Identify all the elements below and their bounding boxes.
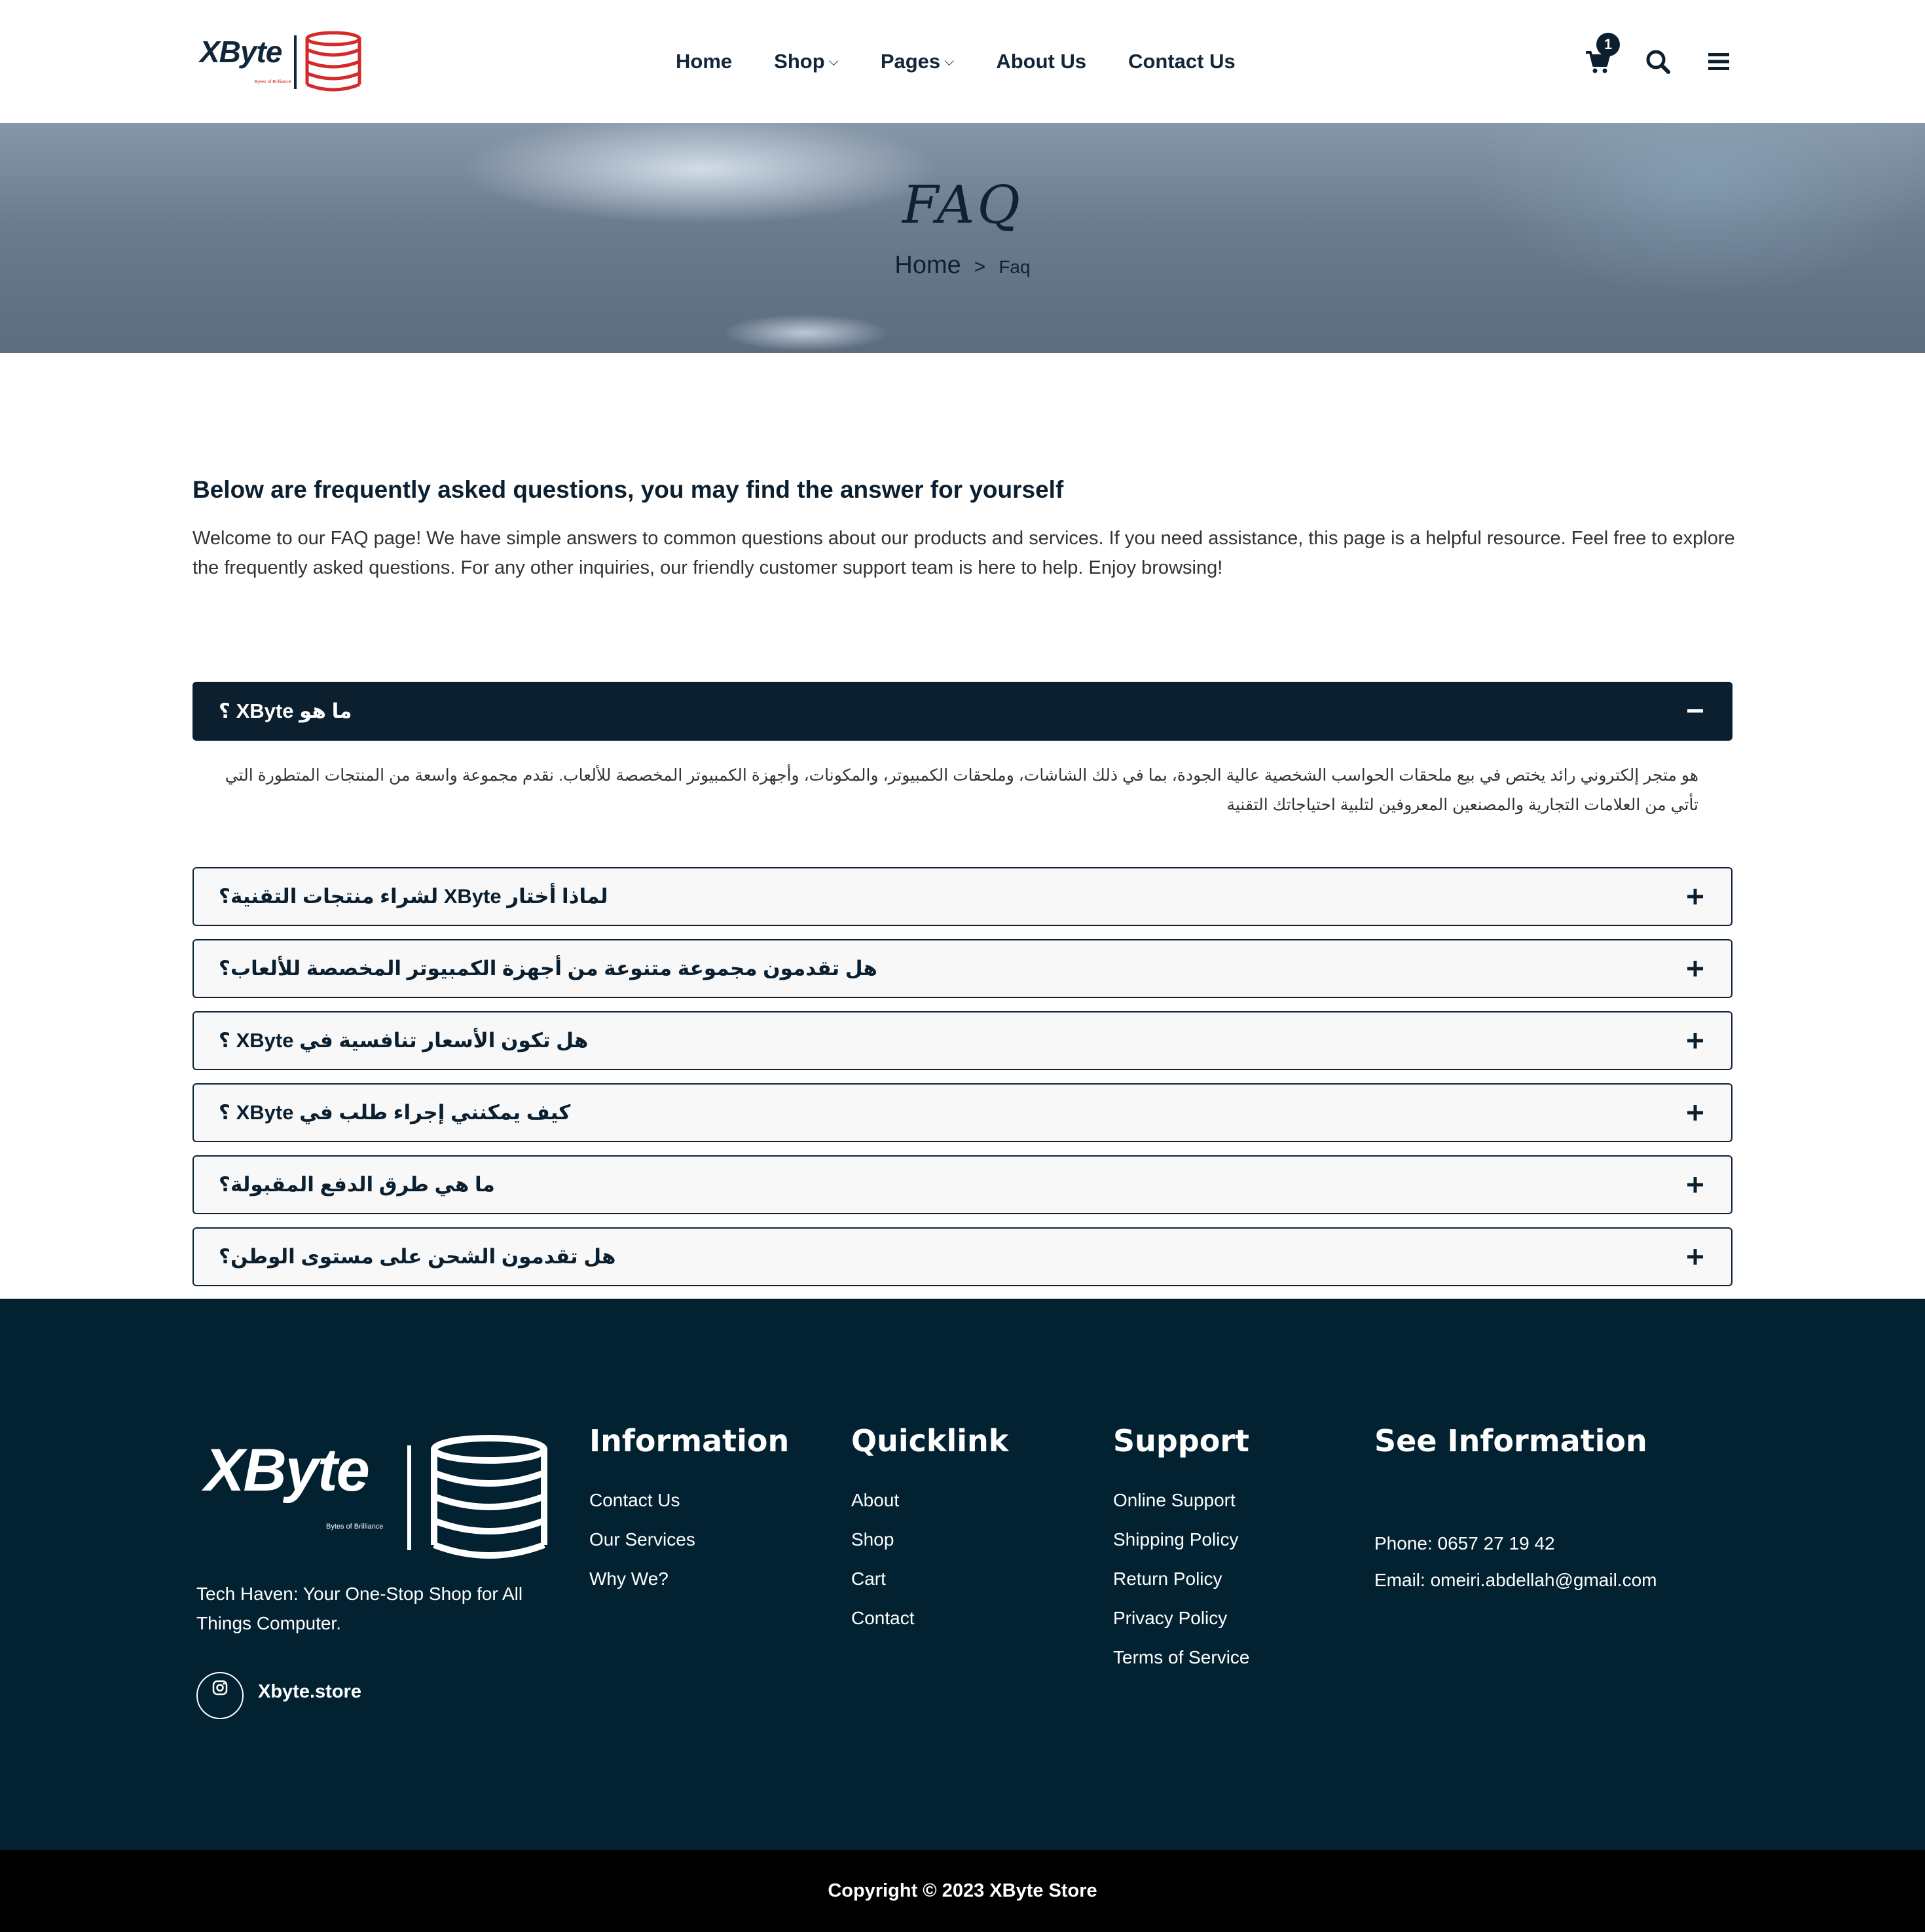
footer-link-contact-us[interactable]: Contact Us (589, 1481, 789, 1520)
faq-item-1[interactable]: ما هو XByte ؟ (192, 682, 1732, 741)
site-logo[interactable]: XByte Bytes of Brilliance (200, 29, 363, 94)
nav-home-label: Home (676, 50, 733, 73)
faq-item-7[interactable]: هل تقدمون الشحن على مستوى الوطن؟ (192, 1227, 1732, 1286)
menu-icon[interactable] (1704, 47, 1733, 76)
nav-home[interactable]: Home (676, 50, 732, 73)
intro-text: Welcome to our FAQ page! We have simple … (192, 528, 1735, 578)
nav-about-label: About Us (996, 50, 1087, 73)
footer-link-return-policy[interactable]: Return Policy (1113, 1559, 1250, 1599)
faq-item-6[interactable]: ما هي طرق الدفع المقبولة؟ (192, 1155, 1732, 1214)
footer-link-shop[interactable]: Shop (851, 1520, 1008, 1559)
faq-question: لماذا أختار XByte لشراء منتجات التقنية؟ (219, 885, 608, 908)
page-title: FAQ (902, 174, 1023, 235)
breadcrumb: Home > Faq (0, 251, 1925, 280)
nav-contact[interactable]: Contact Us (1128, 50, 1236, 73)
faq-question: كيف يمكنني إجراء طلب في XByte ؟ (219, 1101, 571, 1124)
database-icon (431, 1435, 547, 1559)
footer-link-contact[interactable]: Contact (851, 1599, 1008, 1638)
nav-shop-label: Shop (774, 50, 825, 73)
footer-column-title: Quicklink (851, 1423, 1009, 1458)
footer-column-title: Support (1113, 1423, 1250, 1458)
footer-column-quicklink: Quicklink About Shop Cart Contact (851, 1423, 1008, 1638)
breadcrumb-current: Faq (999, 257, 1031, 277)
copyright-bar: Copyright © 2023 XByte Store (0, 1850, 1925, 1932)
footer-tagline: Tech Haven: Your One-Stop Shop for All T… (196, 1584, 523, 1633)
plus-icon[interactable] (1685, 1157, 1705, 1213)
breadcrumb-separator: > (974, 256, 986, 278)
logo-divider (294, 35, 297, 89)
logo-text: XByte (200, 35, 282, 69)
search-icon[interactable] (1643, 47, 1672, 76)
social-handle-link[interactable]: Xbyte.store (258, 1681, 361, 1703)
footer-link-online-support[interactable]: Online Support (1113, 1481, 1250, 1520)
footer-logo-divider (407, 1445, 411, 1550)
faq-question: ما هي طرق الدفع المقبولة؟ (219, 1173, 495, 1196)
footer-link-privacy-policy[interactable]: Privacy Policy (1113, 1599, 1250, 1638)
nav-pages-label: Pages (880, 50, 941, 73)
main-nav: Home Shop ⌵ Pages ⌵ About Us Contact Us (676, 0, 1277, 123)
footer-column-information: Information Contact Us Our Services Why … (589, 1423, 789, 1599)
footer-link-our-services[interactable]: Our Services (589, 1520, 789, 1559)
site-header: XByte Bytes of Brilliance Home Shop ⌵ Pag… (0, 0, 1925, 123)
footer-logo-tagline: Bytes of Brilliance (326, 1523, 384, 1531)
nav-contact-label: Contact Us (1128, 50, 1236, 73)
footer-column-title: See Information (1374, 1423, 1647, 1458)
intro-heading: Below are frequently asked questions, yo… (192, 476, 1064, 503)
plus-icon[interactable] (1685, 1085, 1705, 1141)
instagram-icon[interactable] (196, 1672, 244, 1719)
faq-question: هل تقدمون مجموعة متنوعة من أجهزة الكمبيو… (219, 957, 877, 980)
site-footer: XByte Bytes of Brilliance Tech Haven: Yo… (0, 1299, 1925, 1850)
faq-question: ما هو XByte ؟ (219, 699, 352, 722)
faq-question: هل تكون الأسعار تنافسية في XByte ؟ (219, 1029, 589, 1052)
nav-about[interactable]: About Us (996, 50, 1086, 73)
faq-answer: هو متجر إلكتروني رائد يختص في بيع ملحقات… (225, 766, 1698, 814)
footer-link-why-we[interactable]: Why We? (589, 1559, 789, 1599)
chevron-down-icon: ⌵ (828, 54, 839, 69)
footer-link-about[interactable]: About (851, 1481, 1008, 1520)
chevron-down-icon: ⌵ (944, 54, 955, 69)
logo-tagline: Bytes of Brilliance (255, 80, 291, 84)
faq-item-2[interactable]: لماذا أختار XByte لشراء منتجات التقنية؟ (192, 867, 1732, 926)
footer-logo[interactable]: XByte Bytes of Brilliance (204, 1430, 558, 1561)
footer-link-shipping-policy[interactable]: Shipping Policy (1113, 1520, 1250, 1559)
plus-icon[interactable] (1685, 868, 1705, 925)
faq-item-3[interactable]: هل تقدمون مجموعة متنوعة من أجهزة الكمبيو… (192, 939, 1732, 998)
faq-item-5[interactable]: كيف يمكنني إجراء طلب في XByte ؟ (192, 1083, 1732, 1142)
footer-contact-info: Phone: 0657 27 19 42 Email: omeiri.abdel… (1374, 1525, 1657, 1599)
nav-pages[interactable]: Pages ⌵ (881, 50, 955, 73)
minus-icon[interactable] (1685, 683, 1705, 739)
nav-shop[interactable]: Shop ⌵ (774, 50, 839, 73)
faq-item-4[interactable]: هل تكون الأسعار تنافسية في XByte ؟ (192, 1011, 1732, 1070)
database-icon (305, 31, 361, 92)
footer-logo-text: XByte (204, 1437, 370, 1504)
page-banner: FAQ Home > Faq (0, 123, 1925, 353)
footer-phone: Phone: 0657 27 19 42 (1374, 1533, 1555, 1553)
plus-icon[interactable] (1685, 1012, 1705, 1069)
cart-count-badge: 1 (1596, 33, 1620, 56)
footer-link-terms-of-service[interactable]: Terms of Service (1113, 1638, 1250, 1677)
footer-link-cart[interactable]: Cart (851, 1559, 1008, 1599)
breadcrumb-home[interactable]: Home (894, 251, 961, 280)
plus-icon[interactable] (1685, 1229, 1705, 1285)
faq-question: هل تقدمون الشحن على مستوى الوطن؟ (219, 1245, 616, 1268)
footer-email[interactable]: Email: omeiri.abdellah@gmail.com (1374, 1562, 1657, 1599)
plus-icon[interactable] (1685, 940, 1705, 997)
footer-column-title: Information (589, 1423, 790, 1458)
footer-column-see-information: See Information (1374, 1423, 1647, 1481)
footer-column-support: Support Online Support Shipping Policy R… (1113, 1423, 1250, 1677)
